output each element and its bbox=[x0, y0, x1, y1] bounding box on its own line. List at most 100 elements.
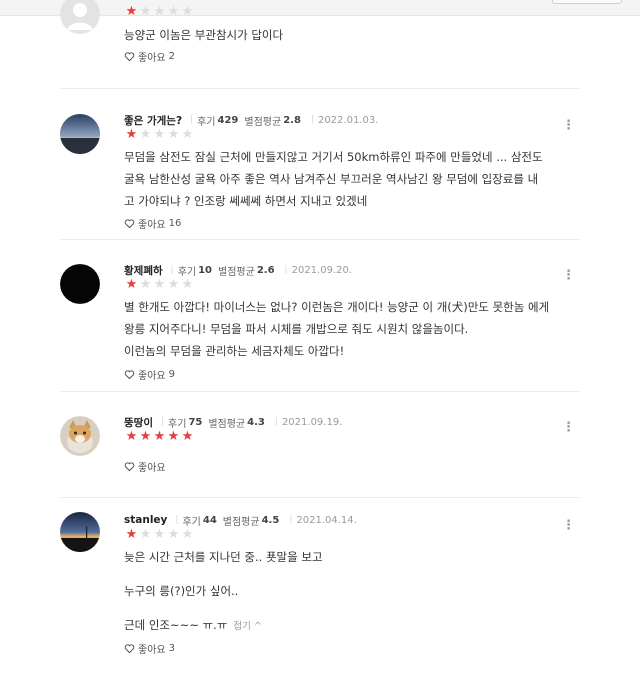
review-item: 황제폐하 | 후기 10 별점평균 2.6 | 2021.09.20. ★ ★ ★ ★… bbox=[60, 250, 580, 392]
rating-stars: ★ ★ ★ ★ ★ bbox=[124, 528, 580, 542]
review-date: 2021.04.14. bbox=[296, 514, 357, 526]
star-filled-icon: ★ bbox=[125, 4, 138, 19]
heart-outline-icon bbox=[124, 643, 135, 653]
like-button[interactable]: 좋아요 3 bbox=[124, 640, 580, 656]
avatar[interactable] bbox=[60, 512, 100, 552]
reviewer-meta: 황제폐하 | 후기 10 별점평균 2.6 | 2021.09.20. bbox=[124, 263, 353, 278]
review-text-line: 누구의 릉(?)인가 싶어.. bbox=[124, 584, 239, 598]
review-count-label: 후기 bbox=[182, 516, 201, 528]
star-filled-icon: ★ bbox=[181, 429, 194, 444]
reviewer-nickname[interactable]: stanley bbox=[124, 514, 167, 526]
star-filled-icon: ★ bbox=[125, 429, 138, 444]
star-empty-icon: ★ bbox=[153, 527, 166, 542]
review-count-label: 후기 bbox=[197, 116, 216, 128]
reviewer-nickname[interactable]: 황제폐하 bbox=[124, 263, 163, 278]
avatar[interactable] bbox=[60, 114, 100, 154]
reviewer-meta: 뚱땅이 | 후기 75 별점평균 4.3 | 2021.09.19. bbox=[124, 415, 343, 430]
like-count: 3 bbox=[168, 642, 175, 654]
avatar[interactable] bbox=[60, 416, 100, 456]
like-button[interactable]: 좋아요 16 bbox=[124, 215, 580, 231]
review-item: 뚱땅이 | 후기 75 별점평균 4.3 | 2021.09.19. ★ ★ ★ ★ ★… bbox=[60, 402, 580, 498]
like-button[interactable]: 좋아요 bbox=[124, 458, 580, 474]
avg-rating-label: 별점평균 bbox=[244, 116, 282, 128]
avatar[interactable] bbox=[60, 264, 100, 304]
review-date: 2021.09.20. bbox=[291, 264, 353, 276]
like-button[interactable]: 좋아요 2 bbox=[124, 48, 580, 64]
review-text-line bbox=[124, 602, 580, 614]
heart-outline-icon bbox=[124, 461, 135, 471]
review-text-line: 능양군 이놈은 부관참시가 답이다 bbox=[124, 28, 284, 42]
more-options-icon[interactable]: ⋮ bbox=[562, 118, 575, 134]
heart-outline-icon bbox=[124, 218, 135, 228]
review-count: 10 bbox=[198, 264, 213, 276]
like-count: 9 bbox=[168, 368, 175, 380]
avg-rating: 2.6 bbox=[256, 264, 275, 276]
avatar-image bbox=[60, 512, 100, 552]
rating-stars: ★ ★ ★ ★ ★ bbox=[124, 278, 580, 292]
review-count: 429 bbox=[217, 114, 239, 126]
like-label: 좋아요 bbox=[138, 462, 166, 474]
avg-rating-label: 별점평균 bbox=[222, 516, 260, 528]
like-label: 좋아요 bbox=[138, 52, 166, 64]
avatar-image bbox=[60, 264, 100, 304]
review-count: 44 bbox=[202, 514, 217, 526]
like-count: 2 bbox=[168, 50, 175, 62]
star-empty-icon: ★ bbox=[139, 127, 152, 142]
default-avatar-icon bbox=[60, 0, 100, 34]
review-text-line bbox=[124, 568, 580, 580]
avg-rating: 4.3 bbox=[247, 416, 265, 428]
more-options-icon[interactable]: ⋮ bbox=[562, 420, 575, 436]
reviewer-nickname[interactable]: 좋은 가게는? bbox=[124, 113, 182, 128]
review-text-line: 왕릉 지어주다니! 무덤을 파서 시체를 개밥으로 줘도 시원치 않을놈이다. bbox=[124, 322, 469, 336]
star-filled-icon: ★ bbox=[125, 277, 138, 292]
review-text-segment: 근데 인조~~~ ㅠ.ㅠ bbox=[124, 618, 228, 632]
review-text: 무덤을 삼전도 잠실 근처에 만들지않고 거기서 50km하류인 파주에 만들었… bbox=[124, 146, 580, 212]
review-text-line: 이런놈의 무덤을 관리하는 세금자체도 아깝다! bbox=[124, 344, 345, 358]
reviewer-meta: stanley | 후기 44 별점평균 4.5 | 2021.04.14. bbox=[124, 514, 357, 528]
star-empty-icon: ★ bbox=[139, 277, 152, 292]
star-empty-icon: ★ bbox=[139, 4, 152, 19]
star-filled-icon: ★ bbox=[139, 429, 152, 444]
rating-stars: ★ ★ ★ ★ ★ bbox=[124, 5, 580, 19]
avg-rating-label: 별점평균 bbox=[218, 266, 255, 278]
avatar bbox=[60, 0, 100, 34]
star-empty-icon: ★ bbox=[167, 527, 180, 542]
star-empty-icon: ★ bbox=[167, 127, 180, 142]
review-count: 75 bbox=[188, 416, 203, 428]
review-date: 2021.09.19. bbox=[281, 416, 343, 428]
reviewer-meta: 좋은 가게는? | 후기 429 별점평균 2.8 | 2022.01.03. bbox=[124, 113, 379, 128]
more-options-icon[interactable]: ⋮ bbox=[562, 268, 575, 284]
avatar-image bbox=[60, 114, 100, 154]
like-count: 16 bbox=[168, 217, 182, 229]
review-item: ★ ★ ★ ★ ★ 능양군 이놈은 부관참시가 답이다 좋아요 2 bbox=[60, 0, 580, 89]
like-label: 좋아요 bbox=[138, 644, 166, 656]
fold-toggle-button[interactable]: 접기 ^ bbox=[233, 621, 261, 632]
star-filled-icon: ★ bbox=[125, 527, 138, 542]
avg-rating: 2.8 bbox=[283, 114, 301, 126]
review-count-label: 후기 bbox=[168, 418, 187, 430]
rating-stars: ★ ★ ★ ★ ★ bbox=[124, 430, 580, 444]
heart-outline-icon bbox=[124, 369, 135, 379]
star-empty-icon: ★ bbox=[153, 4, 166, 19]
avg-rating: 4.5 bbox=[261, 514, 280, 526]
rating-stars: ★ ★ ★ ★ ★ bbox=[124, 128, 580, 142]
star-filled-icon: ★ bbox=[153, 429, 166, 444]
more-options-icon[interactable]: ⋮ bbox=[562, 518, 575, 534]
review-item: 좋은 가게는? | 후기 429 별점평균 2.8 | 2022.01.03. … bbox=[60, 100, 580, 240]
avg-rating-label: 별점평균 bbox=[208, 418, 246, 430]
star-empty-icon: ★ bbox=[153, 277, 166, 292]
star-empty-icon: ★ bbox=[181, 4, 194, 19]
review-text-line: 굴욕 남한산성 굴욕 아주 좋은 역사 남겨주신 부끄러운 역사남긴 왕 무덤에… bbox=[124, 172, 539, 186]
review-text: 늦은 시간 근처를 지나던 중.. 푯말을 보고 누구의 릉(?)인가 싶어..… bbox=[124, 546, 580, 638]
review-text-line: 별 한개도 아깝다! 마이너스는 없나? 이런놈은 개이다! 능양군 이 개(犬… bbox=[124, 300, 550, 314]
review-count-label: 후기 bbox=[177, 266, 197, 278]
like-button[interactable]: 좋아요 9 bbox=[124, 366, 580, 382]
reviewer-nickname[interactable]: 뚱땅이 bbox=[124, 415, 153, 430]
review-text-line: 근데 인조~~~ ㅠ.ㅠ 접기 ^ bbox=[124, 614, 580, 638]
star-empty-icon: ★ bbox=[181, 277, 194, 292]
review-text: 별 한개도 아깝다! 마이너스는 없나? 이런놈은 개이다! 능양군 이 개(犬… bbox=[124, 296, 580, 362]
avatar-image bbox=[60, 416, 100, 456]
star-empty-icon: ★ bbox=[167, 277, 180, 292]
like-label: 좋아요 bbox=[138, 370, 166, 382]
star-empty-icon: ★ bbox=[153, 127, 166, 142]
